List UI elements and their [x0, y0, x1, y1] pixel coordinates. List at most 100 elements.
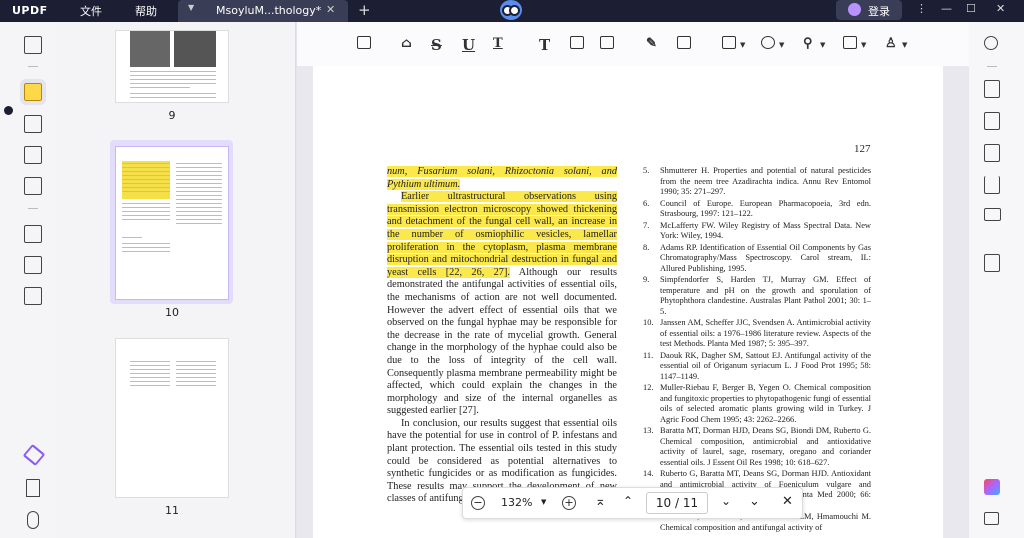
squiggly-icon[interactable]: T [493, 36, 503, 51]
convert-icon[interactable] [984, 112, 1000, 130]
bookmark-icon[interactable] [26, 479, 40, 497]
strikethrough-icon[interactable]: S [431, 36, 442, 54]
reference-text: Muller-Riebau F, Berger B, Yegen O. Chem… [660, 383, 871, 424]
close-icon[interactable]: ✕ [782, 494, 793, 509]
tab-dropdown-icon[interactable]: ▼ [188, 3, 194, 12]
zoom-dropdown-icon[interactable]: ▼ [541, 498, 546, 506]
signature-icon[interactable]: ♙ [885, 36, 897, 51]
total-pages: 11 [682, 496, 699, 510]
avatar [848, 3, 861, 16]
reference-item: 8. Adams RP. Identification of Essential … [643, 243, 871, 275]
sign-icon[interactable] [24, 177, 42, 195]
organize-pages-icon[interactable] [24, 225, 42, 243]
thumbnail-page-9[interactable] [115, 30, 229, 103]
layers-icon[interactable] [24, 446, 42, 464]
reference-text: McLafferty FW. Wiley Registry of Mass Sp… [660, 220, 871, 241]
collapse-handle[interactable] [4, 106, 13, 115]
highlighter-icon[interactable]: ⌂ [401, 36, 412, 51]
text-callout-icon[interactable] [600, 36, 614, 49]
form-icon[interactable] [24, 146, 42, 164]
zoom-out-icon[interactable]: − [471, 496, 485, 510]
text-comment-icon[interactable]: T [539, 36, 550, 54]
thumbnail-page-number: 9 [168, 109, 176, 122]
reference-number: 5. [643, 166, 650, 175]
sticky-note-icon[interactable] [357, 36, 371, 49]
last-page-icon[interactable]: ⌄ [749, 494, 760, 509]
share-icon[interactable] [984, 176, 1000, 194]
search-icon[interactable] [984, 36, 998, 50]
thumbnail-page-10[interactable] [115, 146, 229, 300]
chevron-down-icon[interactable]: ▼ [861, 41, 866, 49]
reference-number: 10. [643, 318, 654, 327]
login-label: 登录 [868, 5, 890, 18]
reference-text: Simpfendorfer S, Harden TJ, Murray GM. E… [660, 275, 871, 316]
maximize-icon[interactable]: ☐ [966, 2, 976, 15]
menu-file[interactable]: 文件 [80, 3, 102, 19]
chevron-down-icon[interactable]: ▼ [820, 41, 825, 49]
lasso-icon[interactable] [761, 36, 775, 49]
page-navigation-bar: − 132% ▼ + ⌅ ⌃ 10 / 11 ⌄ ⌄ ✕ [462, 487, 803, 519]
underline-icon[interactable]: U [462, 36, 475, 54]
tab-title: MsoyluM...thology* [216, 4, 322, 17]
new-tab-icon[interactable]: + [358, 1, 371, 19]
thumbnail-image [130, 31, 170, 67]
email-icon[interactable] [984, 208, 1001, 221]
reference-number: 13. [643, 426, 654, 435]
divider [28, 66, 38, 67]
edit-pdf-icon[interactable] [24, 115, 42, 133]
next-page-icon[interactable]: ⌄ [721, 494, 731, 508]
comments-panel-icon[interactable] [984, 512, 999, 525]
reference-text: Shmutterer H. Properties and potential o… [660, 166, 871, 196]
crop-icon[interactable] [24, 256, 42, 274]
left-column: num, Fusarium solani, Rhizoctonia solani… [387, 166, 617, 506]
reference-number: 6. [643, 198, 650, 208]
ocr-icon[interactable] [984, 80, 1000, 98]
reference-number: 9. [643, 275, 650, 284]
divider [28, 208, 38, 209]
reference-text: Baratta MT, Dorman HJD, Deans SG, Biondi… [660, 426, 871, 467]
reference-item: 6. Council of Europe. European Pharmacopo… [643, 199, 871, 220]
reference-list: 5. Shmutterer H. Properties and potential… [643, 166, 871, 534]
zoom-level[interactable]: 132% [501, 496, 532, 509]
page-indicator[interactable]: 10 / 11 [646, 492, 708, 514]
attachment-icon[interactable] [27, 511, 39, 529]
reference-number: 7. [643, 220, 650, 230]
chevron-down-icon[interactable]: ▼ [740, 41, 745, 49]
close-window-icon[interactable]: ✕ [996, 2, 1005, 15]
chevron-down-icon[interactable]: ▼ [779, 41, 784, 49]
thumbnail-page-11[interactable] [115, 338, 229, 498]
minimize-icon[interactable]: — [941, 2, 952, 15]
reference-item: 12. Muller-Riebau F, Berger B, Yegen O. C… [643, 383, 871, 425]
ai-assistant-icon[interactable] [984, 479, 1000, 495]
login-button[interactable]: 登录 [836, 0, 902, 20]
reference-text: Janssen AM, Scheffer JJC, Svendsen A. An… [660, 318, 871, 348]
pdf-page[interactable]: 127 num, Fusarium solani, Rhizoctonia so… [313, 66, 943, 538]
chevron-down-icon[interactable]: ▼ [902, 41, 907, 49]
window-menu-icon[interactable]: ⋮ [916, 2, 927, 15]
protect-icon[interactable] [984, 144, 1000, 162]
stamp-icon[interactable] [843, 36, 857, 49]
first-page-icon[interactable]: ⌅ [595, 494, 606, 509]
text-box-icon[interactable] [570, 36, 584, 49]
pin-icon[interactable]: ⚲ [803, 36, 813, 51]
highlighted-text[interactable]: num, Fusarium solani, Rhizoctonia solani… [387, 166, 617, 190]
zoom-in-icon[interactable]: + [562, 496, 576, 510]
save-icon[interactable] [984, 254, 1000, 272]
tools-icon[interactable] [24, 287, 42, 305]
eraser-icon[interactable] [677, 36, 691, 49]
page-separator: / [674, 496, 680, 510]
reference-item: 10. Janssen AM, Scheffer JJC, Svendsen A.… [643, 318, 871, 350]
reader-icon[interactable] [24, 36, 42, 54]
comment-icon[interactable] [20, 79, 46, 105]
shape-icon[interactable] [722, 36, 736, 49]
owl-mascot-icon[interactable] [500, 0, 522, 20]
reference-item: 13. Baratta MT, Dorman HJD, Deans SG, Bio… [643, 426, 871, 468]
current-page[interactable]: 10 [656, 496, 671, 510]
close-tab-icon[interactable]: ✕ [326, 3, 335, 16]
menu-help[interactable]: 帮助 [135, 3, 157, 19]
page-number: 127 [854, 143, 871, 155]
document-tab[interactable]: ▼ MsoyluM...thology* ✕ [178, 0, 348, 22]
previous-page-icon[interactable]: ⌃ [623, 494, 633, 508]
highlighted-text[interactable]: Earlier ultrastructural observations usi… [387, 191, 617, 278]
pencil-icon[interactable]: ✎ [646, 36, 657, 51]
